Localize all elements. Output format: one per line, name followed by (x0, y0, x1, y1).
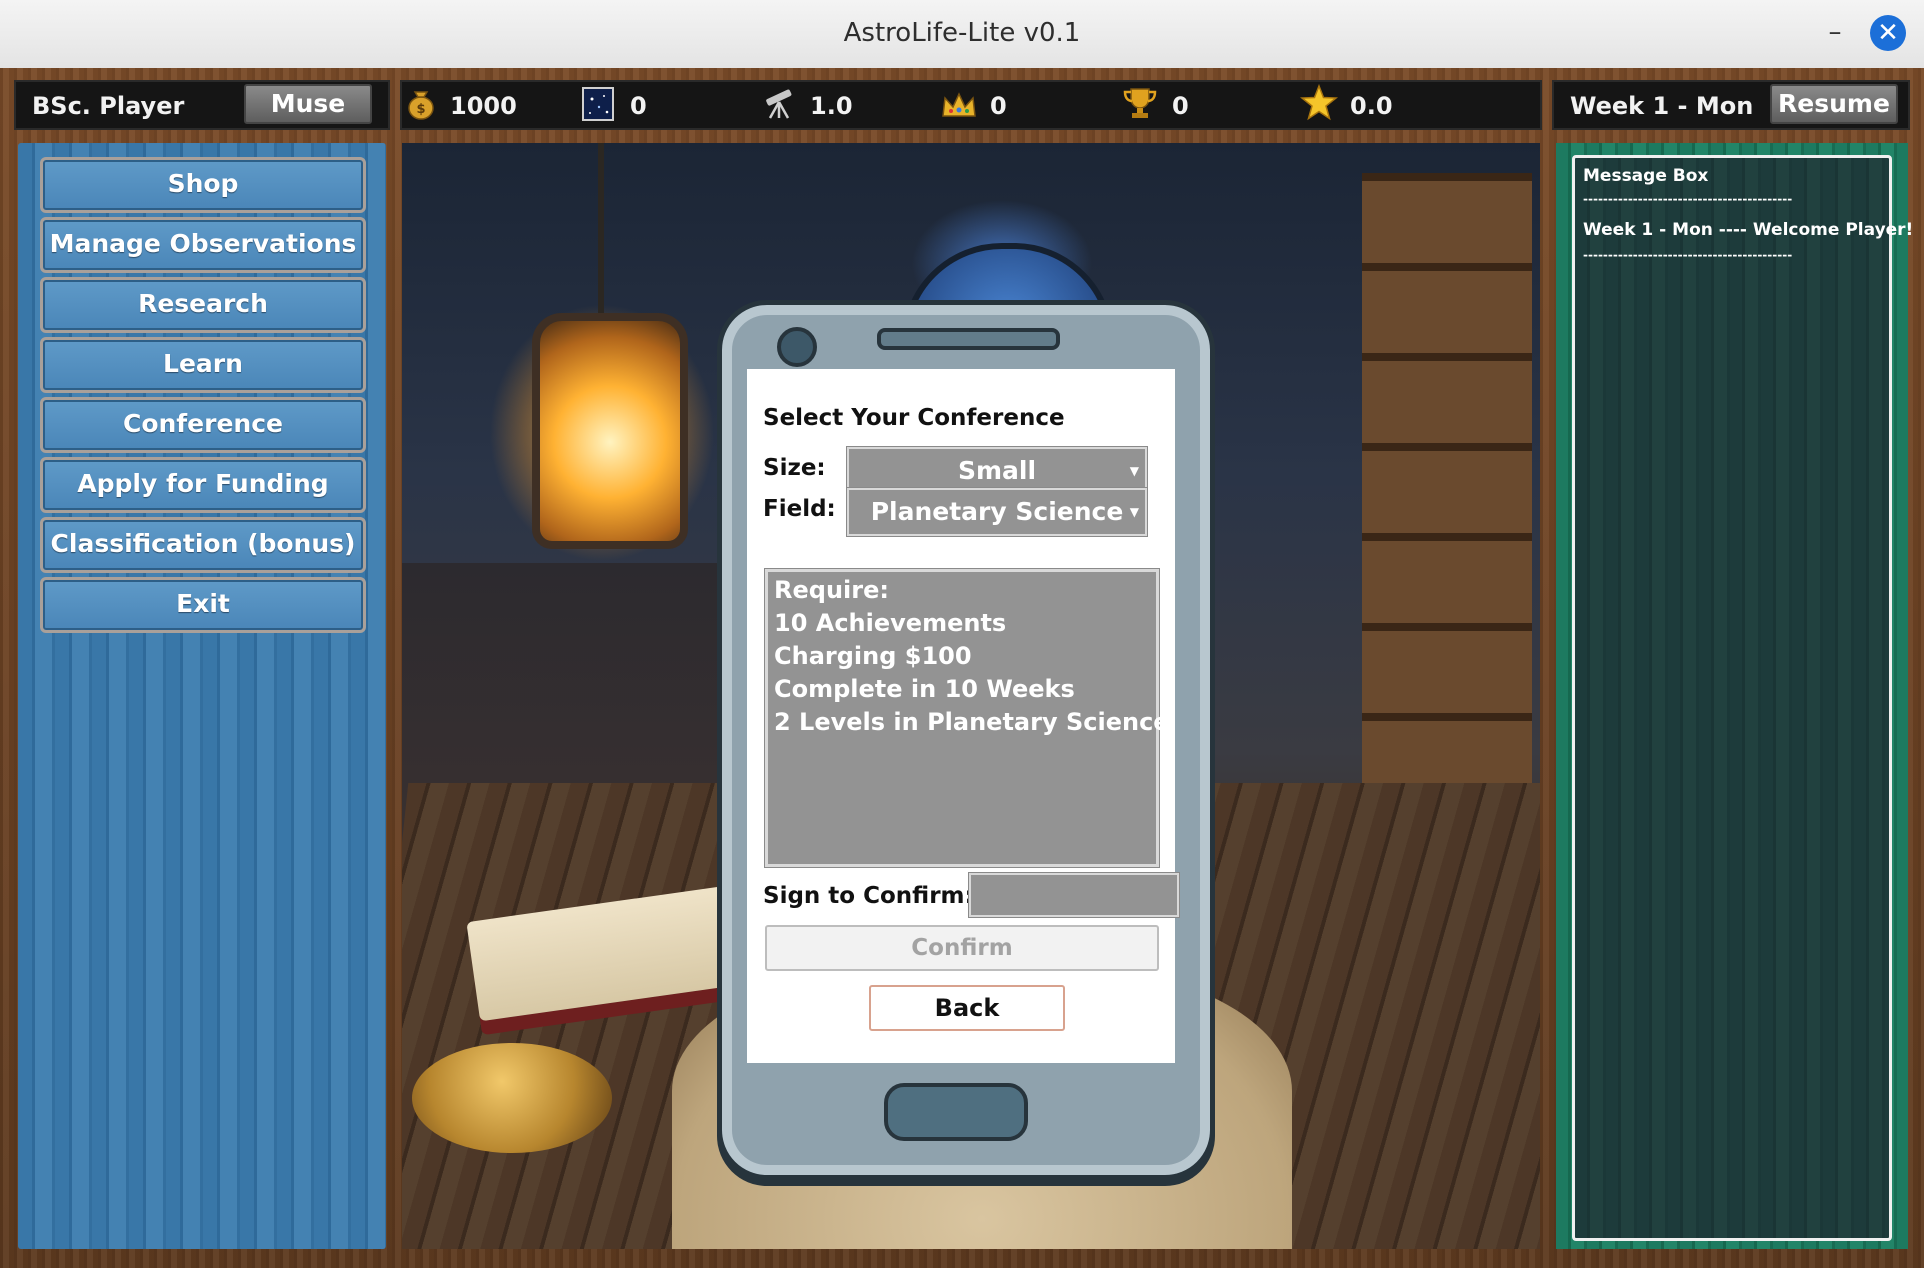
menu-classification-bonus-button[interactable]: Classification (bonus) (40, 517, 366, 573)
week-bar: Week 1 - Mon Resume (1552, 80, 1910, 130)
window-titlebar: AstroLife-Lite v0.1 – ✕ (0, 0, 1924, 69)
field-dropdown-value: Planetary Science (870, 497, 1124, 526)
crown-icon (942, 92, 976, 117)
player-title: BSc. Player (32, 92, 185, 120)
requirement-line: Charging $100 (774, 642, 972, 670)
menu-learn-button[interactable]: Learn (40, 337, 366, 393)
field-dropdown[interactable]: Planetary Science ▼ (847, 488, 1147, 536)
stars-value: 0.0 (1350, 92, 1393, 120)
observation-image-icon (582, 87, 614, 121)
observations-value: 0 (630, 92, 647, 120)
chevron-down-icon: ▼ (1129, 464, 1139, 478)
telescope-icon (766, 89, 792, 119)
confirm-button[interactable]: Confirm (765, 925, 1159, 971)
menu-exit-button[interactable]: Exit (40, 577, 366, 633)
conference-title: Select Your Conference (763, 405, 1065, 431)
message-divider: ----------------------------------------… (1583, 192, 1793, 206)
crowns-value: 0 (990, 92, 1007, 120)
requirements-box: Require: 10 Achievements Charging $100 C… (765, 569, 1170, 867)
requirement-line: Complete in 10 Weeks (774, 675, 1075, 703)
close-icon[interactable]: ✕ (1870, 15, 1906, 51)
size-label: Size: (763, 455, 826, 481)
sign-label: Sign to Confirm: (763, 883, 974, 909)
window-title: AstroLife-Lite v0.1 (843, 18, 1081, 48)
requirement-line: 10 Achievements (774, 609, 1007, 637)
lantern-chain (598, 143, 604, 318)
minimize-icon[interactable]: – (1822, 19, 1848, 48)
resume-button[interactable]: Resume (1770, 84, 1898, 124)
lantern (532, 313, 688, 549)
chevron-down-icon: ▼ (1129, 505, 1139, 519)
field-label: Field: (763, 496, 836, 522)
muse-button[interactable]: Muse (244, 84, 372, 124)
phone-speaker (877, 328, 1060, 350)
size-dropdown-value: Small (957, 456, 1037, 485)
trophies-value: 0 (1172, 92, 1189, 120)
brass-bowl (412, 1043, 612, 1153)
message-line: Week 1 - Mon ---- Welcome Player! (1583, 220, 1914, 240)
back-button[interactable]: Back (869, 985, 1065, 1031)
svg-text:$: $ (416, 102, 425, 117)
stats-bar: $ 1000 0 1.0 0 0 0.0 (400, 80, 1542, 130)
player-bar: BSc. Player Muse (14, 80, 390, 130)
bookshelf (1362, 173, 1532, 873)
telescope-value: 1.0 (810, 92, 853, 120)
sign-input[interactable] (969, 873, 1179, 917)
requirement-line: 2 Levels in Planetary Science (774, 708, 1170, 736)
money-value: 1000 (450, 92, 517, 120)
phone-camera (777, 327, 817, 367)
conference-form: Select Your Conference Size: Small ▼ Fie… (747, 369, 1179, 1063)
message-box[interactable]: Message Box ----------------------------… (1572, 155, 1913, 1241)
message-box-title: Message Box (1583, 166, 1709, 186)
star-icon (1300, 84, 1338, 121)
week-label: Week 1 - Mon (1570, 92, 1754, 120)
menu-conference-button[interactable]: Conference (40, 397, 366, 453)
left-menu-panel: Shop Manage Observations Research Learn … (18, 143, 386, 1249)
phone-home-button (884, 1083, 1028, 1141)
money-bag-icon: $ (408, 91, 434, 120)
requirement-line: Require: (774, 576, 889, 604)
message-divider: ----------------------------------------… (1583, 248, 1793, 262)
menu-manage-observations-button[interactable]: Manage Observations (40, 217, 366, 273)
phone-dialog: Select Your Conference Size: Small ▼ Fie… (717, 300, 1215, 1180)
menu-shop-button[interactable]: Shop (40, 157, 366, 213)
trophy-icon (1123, 88, 1157, 118)
menu-research-button[interactable]: Research (40, 277, 366, 333)
menu-apply-for-funding-button[interactable]: Apply for Funding (40, 457, 366, 513)
